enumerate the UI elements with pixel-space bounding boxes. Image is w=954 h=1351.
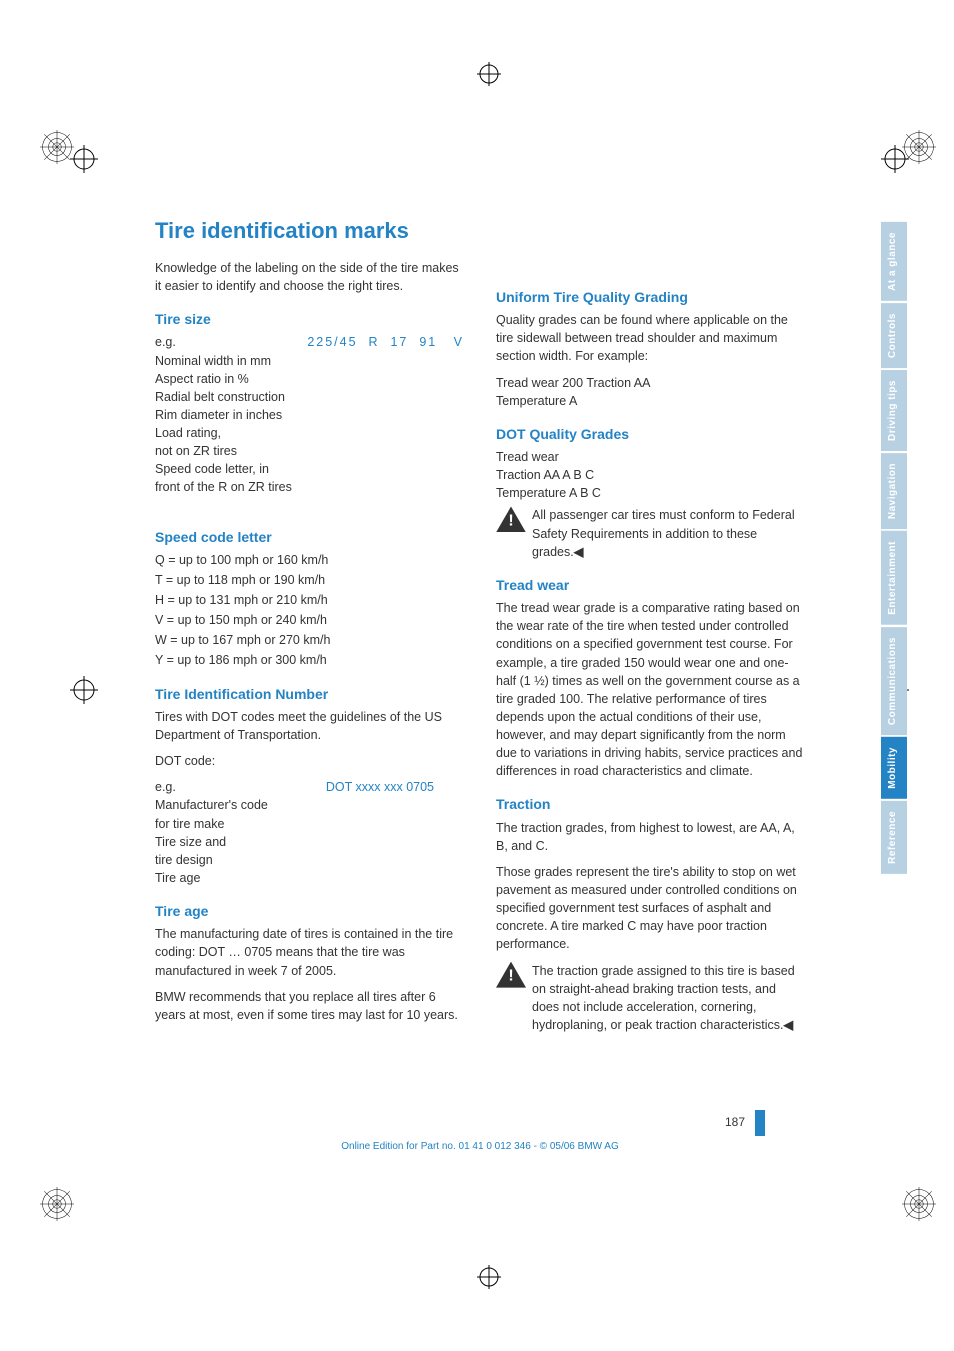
tire-size-row: Nominal width in mm bbox=[155, 352, 464, 370]
speed-code-list: Q = up to 100 mph or 160 km/h T = up to … bbox=[155, 551, 464, 670]
list-item: H = up to 131 mph or 210 km/h bbox=[155, 591, 464, 609]
tire-size-row: not on ZR tires bbox=[155, 442, 464, 460]
tab-navigation[interactable]: Navigation bbox=[881, 453, 907, 529]
registration-star-icon bbox=[40, 130, 74, 164]
utqg-example: Tread wear 200 Traction AA bbox=[496, 374, 805, 392]
tab-reference[interactable]: Reference bbox=[881, 801, 907, 874]
tire-size-row: Speed code letter, in bbox=[155, 460, 464, 478]
list-item: V = up to 150 mph or 240 km/h bbox=[155, 611, 464, 629]
tire-size-example: 225/45 R 17 91 V bbox=[307, 333, 464, 351]
tab-at-a-glance[interactable]: At a glance bbox=[881, 222, 907, 301]
list-item: W = up to 167 mph or 270 km/h bbox=[155, 631, 464, 649]
dot-grade-line: Temperature A B C bbox=[496, 484, 805, 502]
dot-code-example: DOT xxxx xxx 0705 bbox=[326, 778, 434, 796]
end-arrow-icon: ◀ bbox=[574, 545, 584, 559]
page-number: 187 bbox=[725, 1115, 745, 1129]
end-arrow-icon: ◀ bbox=[784, 1018, 794, 1032]
registration-star-icon bbox=[902, 1187, 936, 1221]
dot-row: for tire make bbox=[155, 815, 464, 833]
utqg-example: Temperature A bbox=[496, 392, 805, 410]
heading-tread-wear: Tread wear bbox=[496, 575, 805, 595]
heading-tire-age: Tire age bbox=[155, 901, 464, 921]
tab-entertainment[interactable]: Entertainment bbox=[881, 531, 907, 625]
footer-copyright: Online Edition for Part no. 01 41 0 012 … bbox=[155, 1140, 805, 1155]
warning-text: The traction grade assigned to this tire… bbox=[532, 962, 805, 1035]
heading-traction: Traction bbox=[496, 794, 805, 814]
intro-paragraph: Knowledge of the labeling on the side of… bbox=[155, 259, 464, 295]
heading-tire-size: Tire size bbox=[155, 309, 464, 329]
page-bar bbox=[755, 1110, 765, 1136]
left-column: Knowledge of the labeling on the side of… bbox=[155, 259, 464, 1042]
registration-star-icon bbox=[902, 130, 936, 164]
dot-row: Tire age bbox=[155, 869, 464, 887]
tire-size-row: Load rating, bbox=[155, 424, 464, 442]
page-title: Tire identification marks bbox=[155, 215, 805, 247]
tin-paragraph: Tires with DOT codes meet the guidelines… bbox=[155, 708, 464, 744]
warning-note: All passenger car tires must conform to … bbox=[496, 506, 805, 560]
warning-icon bbox=[496, 506, 526, 532]
tread-wear-paragraph: The tread wear grade is a comparative ra… bbox=[496, 599, 805, 780]
heading-utqg: Uniform Tire Quality Grading bbox=[496, 287, 805, 307]
crop-mark bbox=[70, 145, 98, 173]
registration-star-icon bbox=[40, 1187, 74, 1221]
tire-age-paragraph: BMW recommends that you replace all tire… bbox=[155, 988, 464, 1024]
tab-communications[interactable]: Communications bbox=[881, 627, 907, 735]
right-column: Uniform Tire Quality Grading Quality gra… bbox=[496, 287, 805, 1042]
tab-controls[interactable]: Controls bbox=[881, 303, 907, 368]
traction-paragraph: The traction grades, from highest to low… bbox=[496, 819, 805, 855]
warning-icon bbox=[496, 962, 526, 988]
heading-speed-code: Speed code letter bbox=[155, 527, 464, 547]
tire-size-row: front of the R on ZR tires bbox=[155, 478, 464, 496]
heading-tin: Tire Identification Number bbox=[155, 684, 464, 704]
warning-note: The traction grade assigned to this tire… bbox=[496, 962, 805, 1035]
heading-dot-grades: DOT Quality Grades bbox=[496, 424, 805, 444]
warning-text: All passenger car tires must conform to … bbox=[532, 506, 805, 560]
dot-row: Manufacturer's code bbox=[155, 796, 464, 814]
tin-paragraph: DOT code: bbox=[155, 752, 464, 770]
tire-size-row: Radial belt construction bbox=[155, 388, 464, 406]
crop-mark bbox=[70, 676, 98, 704]
side-tabs: At a glance Controls Driving tips Naviga… bbox=[881, 222, 907, 874]
tire-age-paragraph: The manufacturing date of tires is conta… bbox=[155, 925, 464, 979]
tire-size-row: Rim diameter in inches bbox=[155, 406, 464, 424]
tab-driving-tips[interactable]: Driving tips bbox=[881, 370, 907, 451]
page-content: Tire identification marks Knowledge of t… bbox=[155, 215, 805, 1042]
list-item: Q = up to 100 mph or 160 km/h bbox=[155, 551, 464, 569]
crop-mark bbox=[477, 1265, 501, 1289]
eg-label: e.g. bbox=[155, 778, 176, 796]
tab-mobility[interactable]: Mobility bbox=[881, 737, 907, 799]
page-footer: 187 Online Edition for Part no. 01 41 0 … bbox=[155, 1110, 805, 1155]
crop-mark bbox=[477, 62, 501, 86]
eg-label: e.g. bbox=[155, 333, 176, 351]
utqg-paragraph: Quality grades can be found where applic… bbox=[496, 311, 805, 365]
list-item: T = up to 118 mph or 190 km/h bbox=[155, 571, 464, 589]
traction-paragraph: Those grades represent the tire's abilit… bbox=[496, 863, 805, 954]
crop-mark bbox=[881, 145, 909, 173]
dot-row: tire design bbox=[155, 851, 464, 869]
tire-size-row: Aspect ratio in % bbox=[155, 370, 464, 388]
list-item: Y = up to 186 mph or 300 km/h bbox=[155, 651, 464, 669]
dot-grade-line: Traction AA A B C bbox=[496, 466, 805, 484]
dot-grade-line: Tread wear bbox=[496, 448, 805, 466]
dot-row: Tire size and bbox=[155, 833, 464, 851]
